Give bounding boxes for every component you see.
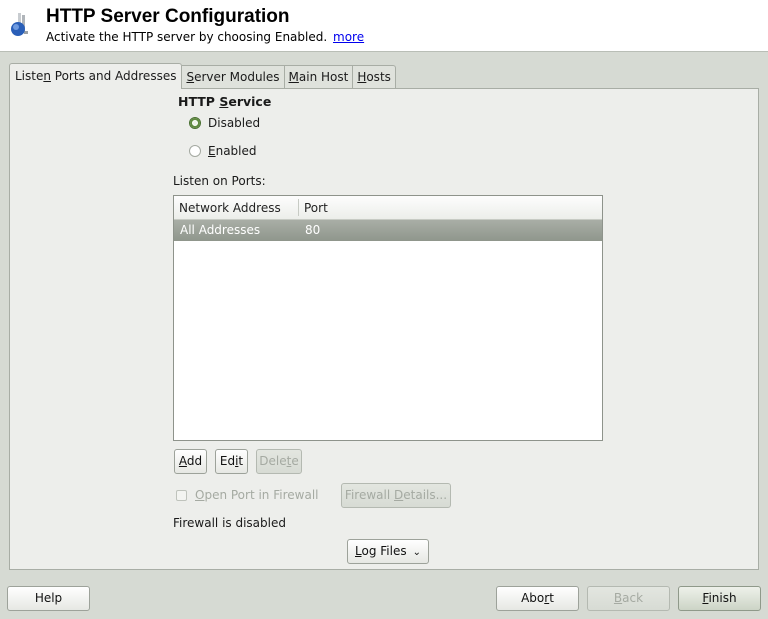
open-port-checkbox[interactable]: [176, 489, 187, 501]
column-header-network-address[interactable]: Network Address: [174, 199, 299, 216]
cell-port: 80: [305, 223, 321, 237]
http-service-heading: HTTP Service: [178, 94, 272, 109]
header: HTTP Server Configuration Activate the H…: [0, 0, 768, 52]
radio-button[interactable]: [189, 145, 201, 157]
radio-button-checked[interactable]: [189, 117, 201, 129]
tab-label: Liste: [15, 69, 44, 83]
cell-address: All Addresses: [180, 223, 261, 237]
tab-label: Ports and Addresses: [50, 69, 177, 83]
finish-button[interactable]: Finish: [678, 586, 761, 611]
back-button[interactable]: Back: [587, 586, 670, 611]
mnemonic: n: [43, 69, 51, 83]
mnemonic: S: [186, 70, 195, 84]
tab-label: erver Modules: [194, 70, 280, 84]
help-button[interactable]: Help: [7, 586, 90, 611]
open-port-checkbox-row[interactable]: Open Port in Firewall: [176, 488, 318, 502]
delete-button[interactable]: Delete: [256, 449, 302, 474]
radio-label: Enabled: [208, 144, 257, 158]
tab-label: ain Host: [298, 70, 349, 84]
open-port-label: Open Port in Firewall: [195, 488, 319, 502]
abort-button[interactable]: Abort: [496, 586, 579, 611]
listen-on-ports-label: Listen on Ports:: [173, 174, 266, 188]
edit-button[interactable]: Edit: [215, 449, 248, 474]
tab-hosts[interactable]: Hosts: [353, 65, 396, 89]
mnemonic: M: [288, 70, 299, 84]
table-row[interactable]: All Addresses 80: [174, 220, 602, 241]
log-files-button[interactable]: Log Files ⌄: [347, 539, 429, 564]
tab-server-modules[interactable]: Server Modules: [182, 65, 285, 89]
column-header-port[interactable]: Port: [299, 199, 328, 216]
http-server-icon: [11, 13, 28, 36]
chevron-down-icon: ⌄: [412, 547, 421, 558]
firewall-details-button[interactable]: Firewall Details...: [341, 483, 451, 508]
ports-table[interactable]: Network Address Port All Addresses 80: [173, 195, 603, 441]
firewall-status: Firewall is disabled: [173, 516, 286, 530]
radio-enabled[interactable]: Enabled: [189, 144, 257, 158]
tab-label: osts: [366, 70, 391, 84]
page-title: HTTP Server Configuration: [46, 6, 290, 27]
radio-disabled[interactable]: Disabled: [189, 116, 260, 130]
radio-label: Disabled: [208, 116, 261, 130]
table-header: Network Address Port: [174, 196, 602, 220]
add-button[interactable]: Add: [174, 449, 207, 474]
tab-listen-ports[interactable]: Listen Ports and Addresses: [9, 63, 183, 89]
subtitle-text: Activate the HTTP server by choosing Ena…: [46, 30, 328, 44]
tab-bar: Listen Ports and Addresses Server Module…: [9, 63, 396, 89]
mnemonic: H: [357, 70, 367, 84]
tab-main-host[interactable]: Main Host: [284, 65, 354, 89]
more-link[interactable]: more: [333, 30, 364, 44]
page-subtitle: Activate the HTTP server by choosing Ena…: [46, 30, 364, 44]
